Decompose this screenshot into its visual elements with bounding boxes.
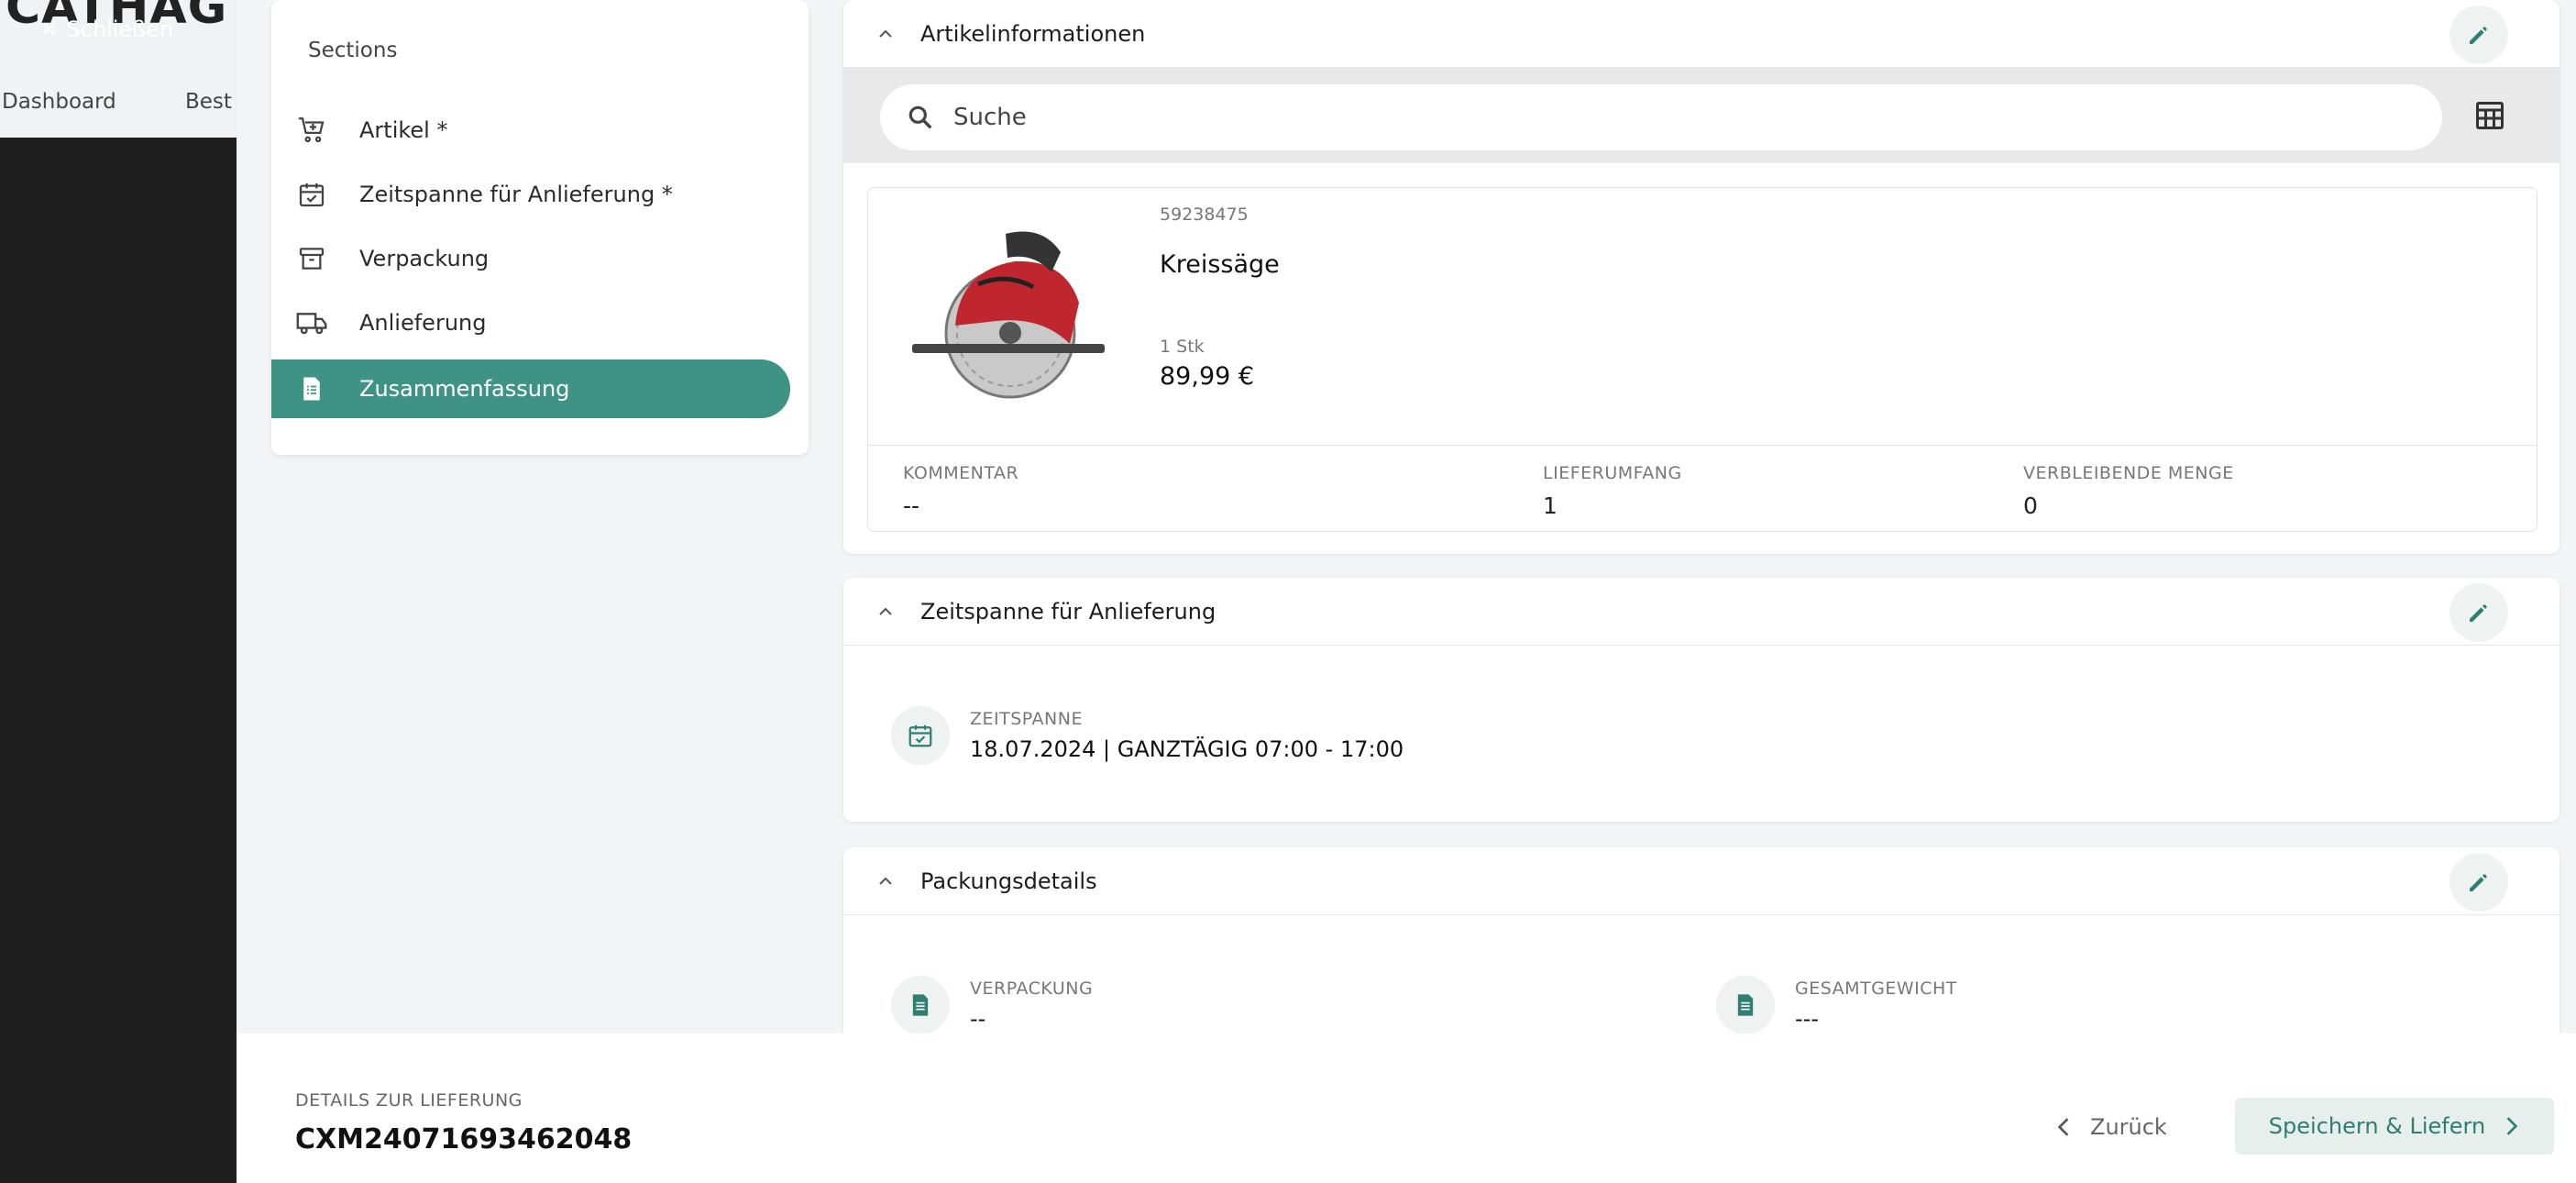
section-item-zusammenfassung[interactable]: Zusammenfassung bbox=[271, 359, 790, 418]
chevron-left-icon bbox=[2057, 1118, 2069, 1136]
delivery-scope-value: 1 bbox=[1543, 492, 1558, 519]
article-name: Kreissäge bbox=[1160, 250, 1280, 279]
article-item-card[interactable]: 59238475 Kreissäge 1 Stk 89,99 € KOMMENT… bbox=[867, 187, 2537, 532]
packaging-title: Packungsdetails bbox=[920, 868, 1097, 894]
packaging-header[interactable]: Packungsdetails bbox=[843, 847, 2559, 915]
section-label: Verpackung bbox=[359, 246, 490, 271]
timeframe-label: ZEITSPANNE bbox=[970, 709, 1083, 729]
background-nav-item: Best bbox=[185, 90, 232, 114]
timeframe-header[interactable]: Zeitspanne für Anlieferung bbox=[843, 578, 2559, 646]
sections-title: Sections bbox=[308, 39, 398, 62]
packaging-label: VERPACKUNG bbox=[970, 978, 1094, 999]
backdrop-overlay: CATHAG Dashboard Best ✕ Schließen bbox=[0, 0, 237, 1183]
delivery-scope-field: LIEFERUMFANG 1 bbox=[1543, 463, 1682, 519]
delivery-id: CXM24071693462048 bbox=[295, 1123, 633, 1155]
chevron-up-icon bbox=[879, 29, 892, 38]
search-icon bbox=[908, 105, 932, 129]
edit-articles-button[interactable] bbox=[2449, 6, 2508, 64]
delivery-scope-label: LIEFERUMFANG bbox=[1543, 463, 1682, 483]
chevron-right-icon bbox=[2506, 1117, 2518, 1135]
background-nav-dashboard: Dashboard bbox=[2, 90, 116, 114]
comment-value: -- bbox=[903, 492, 920, 519]
timeframe-row: ZEITSPANNE 18.07.2024 | GANZTÄGIG 07:00 … bbox=[891, 706, 1404, 765]
section-item-artikel[interactable]: Artikel * bbox=[271, 101, 790, 160]
chevron-up-icon bbox=[879, 607, 892, 615]
section-item-anlieferung[interactable]: Anlieferung bbox=[271, 293, 790, 352]
timeframe-title: Zeitspanne für Anlieferung bbox=[920, 598, 1216, 625]
close-icon: ✕ bbox=[40, 17, 58, 41]
truck-icon bbox=[295, 306, 328, 339]
edit-timeframe-button[interactable] bbox=[2449, 583, 2508, 642]
calendar-check-icon bbox=[295, 178, 328, 211]
back-label: Zurück bbox=[2090, 1114, 2167, 1140]
article-search-bar: Suche bbox=[843, 68, 2559, 163]
section-label: Zeitspanne für Anlieferung * bbox=[359, 182, 673, 207]
article-info-title: Artikelinformationen bbox=[920, 20, 1146, 47]
close-label: Schließen bbox=[66, 17, 174, 42]
document-icon bbox=[1716, 976, 1775, 1034]
weight-value: --- bbox=[1795, 1006, 1819, 1032]
section-label: Zusammenfassung bbox=[359, 376, 570, 402]
section-label: Anlieferung bbox=[359, 310, 487, 336]
remaining-label: VERBLEIBENDE MENGE bbox=[2023, 463, 2234, 483]
article-search-input[interactable]: Suche bbox=[880, 84, 2442, 150]
table-view-button[interactable] bbox=[2470, 95, 2510, 136]
article-quantity: 1 Stk bbox=[1160, 337, 1205, 357]
timeframe-value: 18.07.2024 | GANZTÄGIG 07:00 - 17:00 bbox=[970, 736, 1404, 762]
remaining-value: 0 bbox=[2023, 492, 2038, 519]
pencil-icon bbox=[2470, 604, 2487, 622]
comment-label: KOMMENTAR bbox=[903, 463, 1019, 483]
timeframe-card: Zeitspanne für Anlieferung ZEITSPANNE 18… bbox=[843, 578, 2559, 822]
delivery-details-label: DETAILS ZUR LIEFERUNG bbox=[295, 1090, 523, 1111]
save-label: Speichern & Liefern bbox=[2268, 1113, 2486, 1139]
summary-document-icon bbox=[295, 372, 328, 405]
edit-packaging-button[interactable] bbox=[2449, 853, 2508, 912]
chevron-up-icon bbox=[879, 877, 892, 885]
close-button[interactable]: ✕ Schließen bbox=[40, 17, 173, 42]
weight-label: GESAMTGEWICHT bbox=[1795, 978, 1957, 999]
article-info-header[interactable]: Artikelinformationen bbox=[843, 0, 2559, 68]
table-icon bbox=[2476, 102, 2504, 129]
comment-field: KOMMENTAR -- bbox=[903, 463, 1018, 519]
delivery-footer: DETAILS ZUR LIEFERUNG CXM24071693462048 … bbox=[237, 1034, 2576, 1183]
archive-box-icon bbox=[295, 242, 328, 275]
section-item-verpackung[interactable]: Verpackung bbox=[271, 229, 790, 288]
article-price: 89,99 € bbox=[1160, 362, 1255, 391]
divider bbox=[868, 445, 2537, 446]
article-info-card: Artikelinformationen Suche 59238475 Krei… bbox=[843, 0, 2559, 554]
search-placeholder: Suche bbox=[953, 104, 1027, 131]
pencil-icon bbox=[2470, 874, 2487, 891]
section-item-zeitspanne[interactable]: Zeitspanne für Anlieferung * bbox=[271, 165, 790, 224]
sections-nav-card: Sections Artikel * Zeitspanne für Anlief… bbox=[271, 0, 809, 455]
weight-row: GESAMTGEWICHT --- bbox=[1716, 976, 1957, 1034]
packaging-value: -- bbox=[970, 1006, 986, 1032]
back-button[interactable]: Zurück bbox=[2055, 1114, 2167, 1140]
circular-saw-image bbox=[905, 216, 1106, 408]
article-number: 59238475 bbox=[1160, 205, 1249, 225]
packaging-row: VERPACKUNG -- bbox=[891, 976, 1093, 1034]
remaining-quantity-field: VERBLEIBENDE MENGE 0 bbox=[2023, 463, 2234, 519]
save-and-deliver-button[interactable]: Speichern & Liefern bbox=[2235, 1098, 2554, 1155]
section-label: Artikel * bbox=[359, 117, 448, 143]
cart-icon bbox=[295, 114, 328, 147]
document-icon bbox=[891, 976, 950, 1034]
calendar-check-icon bbox=[891, 706, 950, 765]
pencil-icon bbox=[2470, 27, 2487, 44]
